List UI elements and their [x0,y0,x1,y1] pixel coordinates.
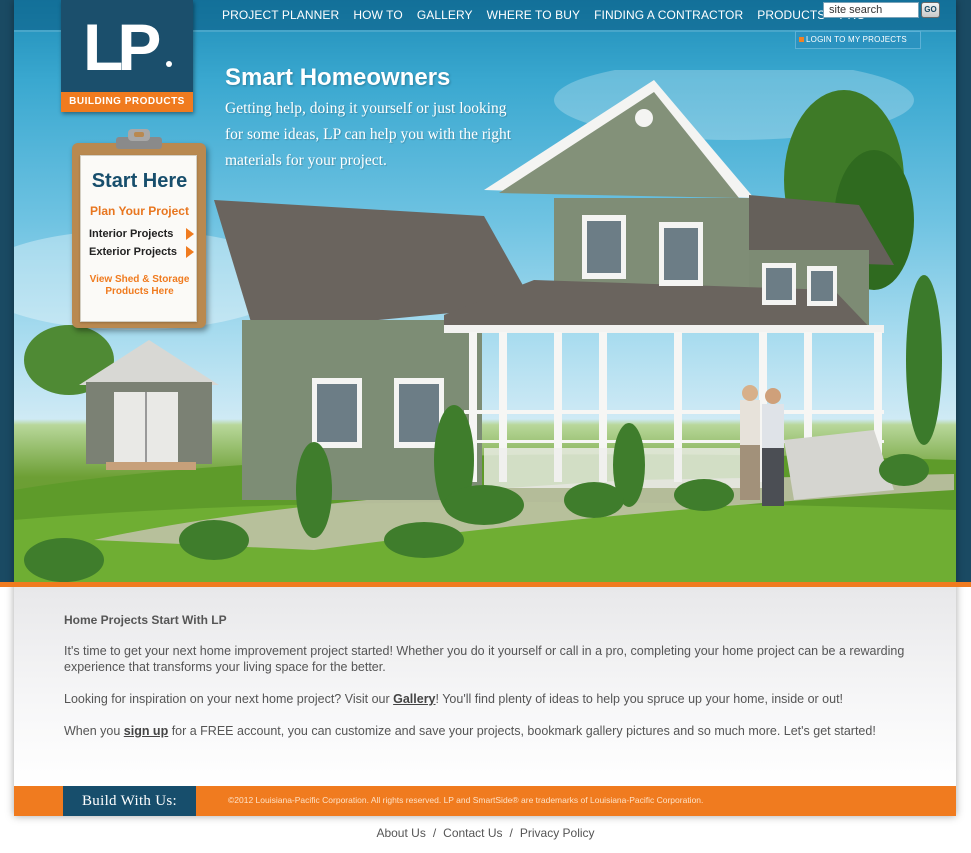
hero-title: Smart Homeowners [225,64,451,91]
clip-icon [116,129,162,149]
nav-gallery[interactable]: GALLERY [417,8,473,22]
exterior-projects-link[interactable]: Exterior Projects [89,246,177,258]
footer-bar: Build With Us: ©2012 Louisiana-Pacific C… [14,786,956,816]
page-border-left [0,0,14,582]
copyright-text: ©2012 Louisiana-Pacific Corporation. All… [228,795,704,805]
gallery-link[interactable]: Gallery [393,692,435,706]
clipboard-paper: Start Here Plan Your Project Interior Pr… [80,155,197,322]
main-navigation: PROJECT PLANNER HOW TO GALLERY WHERE TO … [222,8,866,22]
chevron-right-icon[interactable] [186,228,194,240]
paragraph-2-text-before: Looking for inspiration on your next hom… [64,692,394,706]
link-separator: / [432,826,437,840]
content-paragraph-2: Looking for inspiration on your next hom… [64,691,909,707]
shed-storage-line-2: Products Here [105,286,174,297]
content-heading: Home Projects Start With LP [64,613,227,627]
hero-body: Getting help, doing it yourself or just … [225,100,512,169]
paragraph-3-text-before: When you [64,724,124,738]
build-with-us-logo[interactable]: Build With Us: [63,786,196,816]
page-border-right [956,0,971,582]
interior-projects-link[interactable]: Interior Projects [89,228,173,240]
start-here-clipboard: Start Here Plan Your Project Interior Pr… [72,129,206,328]
lp-logo[interactable]: LP BUILDING PRODUCTS [61,0,193,112]
content-panel: Home Projects Start With LP It's time to… [14,587,956,786]
sign-up-link[interactable]: sign up [124,724,168,738]
plan-your-project-label: Plan Your Project [90,204,189,218]
login-to-my-projects-button[interactable]: LOGIN TO MY PROJECTS [795,31,921,49]
bottom-links: About Us / Contact Us / Privacy Policy [0,826,971,840]
lp-logo-mark: LP [83,10,172,78]
nav-finding-a-contractor[interactable]: FINDING A CONTRACTOR [594,8,743,22]
shed-storage-line-1: View Shed & Storage [89,274,190,285]
nav-project-planner[interactable]: PROJECT PLANNER [222,8,339,22]
nav-where-to-buy[interactable]: WHERE TO BUY [487,8,580,22]
content-paragraph-3: When you sign up for a FREE account, you… [64,723,909,739]
paragraph-2-text-after: ! You'll find plenty of ideas to help yo… [435,692,844,706]
chevron-right-icon[interactable] [186,246,194,258]
search-go-button[interactable]: GO [921,2,940,18]
shed-storage-link[interactable]: View Shed & Storage Products Here [81,274,198,298]
content-paragraph-1: It's time to get your next home improvem… [64,644,905,674]
nav-how-to[interactable]: HOW TO [353,8,403,22]
logo-building-products: BUILDING PRODUCTS [61,92,193,112]
link-separator: / [509,826,513,840]
nav-products[interactable]: PRODUCTS [757,8,825,22]
site-search-input[interactable] [823,2,919,18]
about-us-link[interactable]: About Us [376,826,425,840]
logo-letters: LP [83,10,159,78]
start-here-title: Start Here [91,170,188,192]
privacy-policy-link[interactable]: Privacy Policy [520,826,595,840]
contact-us-link[interactable]: Contact Us [443,826,502,840]
paragraph-3-text-after: for a FREE account, you can customize an… [168,724,876,738]
